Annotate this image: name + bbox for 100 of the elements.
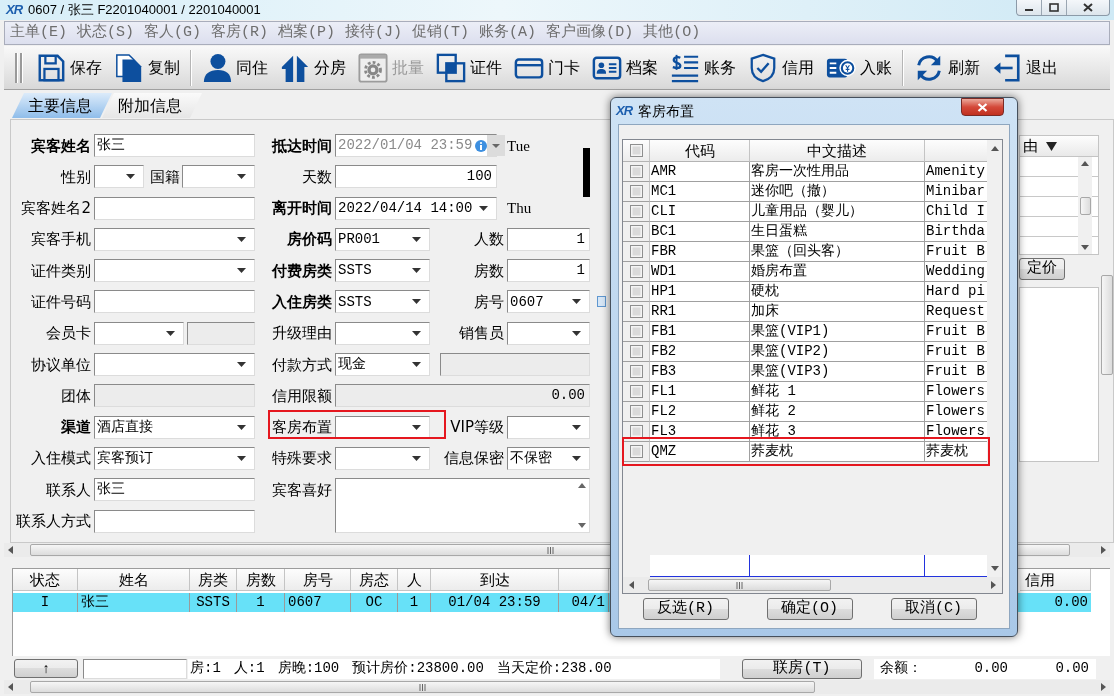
table-cell[interactable]: 客房一次性用品	[750, 162, 925, 182]
checkbox[interactable]	[630, 205, 643, 218]
column-header[interactable]: 状态	[13, 569, 78, 591]
scroll-down-icon[interactable]	[1081, 245, 1089, 250]
tab[interactable]: 主要信息	[12, 93, 112, 118]
scrollbar-thumb[interactable]	[30, 681, 815, 693]
number-field[interactable]: 1	[507, 259, 590, 283]
column-header[interactable]	[559, 569, 609, 591]
scroll-right-icon[interactable]	[1101, 683, 1106, 691]
dropdown-field[interactable]: 现金	[335, 353, 430, 377]
dropdown-field[interactable]	[335, 321, 430, 345]
scroll-up-icon[interactable]	[990, 146, 999, 151]
menu-item[interactable]: 主单(E)	[10, 24, 67, 42]
menu-item[interactable]: 状态(S)	[77, 24, 135, 42]
scrollbar-thumb[interactable]	[1079, 196, 1091, 215]
table-cell[interactable]: MC1	[650, 182, 750, 202]
toolbar-button[interactable]: 信用	[746, 47, 816, 88]
column-header[interactable]: 房数	[237, 569, 285, 591]
checkbox[interactable]	[630, 385, 643, 398]
dropdown-field[interactable]: SSTS	[335, 290, 430, 314]
dropdown-arrow-icon[interactable]	[237, 362, 246, 368]
table-cell[interactable]: Wedding	[925, 262, 987, 282]
column-header[interactable]: 姓名	[78, 569, 190, 591]
dialog-button[interactable]: 反选(R)	[642, 598, 729, 620]
table-cell[interactable]: 鲜花 1	[750, 382, 925, 402]
checkbox[interactable]	[630, 165, 643, 178]
checkbox[interactable]	[630, 185, 643, 198]
scroll-left-icon[interactable]	[8, 546, 13, 554]
toolbar-button[interactable]: 门卡	[512, 47, 582, 88]
dropdown-arrow-icon[interactable]	[572, 424, 581, 430]
scrollbar-thumb[interactable]	[648, 579, 831, 591]
dropdown-arrow-icon[interactable]	[237, 174, 246, 180]
table-cell[interactable]: RR1	[650, 302, 750, 322]
text-area[interactable]	[335, 478, 590, 533]
menu-item[interactable]: 客户画像(D)	[546, 24, 634, 42]
dropdown-field[interactable]: PR001	[335, 227, 430, 251]
toolbar-button[interactable]: 档案	[590, 47, 660, 88]
scroll-down-icon[interactable]	[578, 522, 586, 528]
dropdown-arrow-icon[interactable]	[237, 268, 246, 274]
number-field[interactable]: 1	[507, 227, 590, 251]
column-header[interactable]: 房类	[190, 569, 237, 591]
table-cell[interactable]: Child I	[925, 202, 987, 222]
dropdown-field[interactable]: 不保密	[507, 446, 590, 470]
table-cell[interactable]: BC1	[650, 222, 750, 242]
text-field[interactable]	[94, 196, 255, 220]
grip-icon[interactable]	[12, 50, 26, 85]
table-cell[interactable]: AMR	[650, 162, 750, 182]
text-field[interactable]: 张三	[94, 478, 255, 502]
checkbox[interactable]	[630, 425, 643, 438]
new-row[interactable]	[650, 555, 987, 577]
scroll-right-icon[interactable]	[991, 581, 996, 589]
vertical-scrollbar[interactable]	[1078, 157, 1092, 254]
dropdown-field[interactable]: SSTS	[335, 259, 430, 283]
dropdown-field[interactable]	[507, 321, 590, 345]
dropdown-field[interactable]: 0607	[507, 290, 590, 314]
dialog-button[interactable]: 取消(C)	[890, 598, 977, 620]
toolbar-button[interactable]: 分房	[278, 47, 348, 88]
table-cell[interactable]: 果篮(VIP2)	[750, 342, 925, 362]
text-field[interactable]	[94, 509, 255, 533]
dropdown-arrow-icon[interactable]	[572, 455, 581, 461]
toolbar-button[interactable]: 入账	[824, 47, 894, 88]
input-field[interactable]	[83, 658, 187, 679]
table-cell[interactable]: 荞麦枕	[925, 442, 987, 462]
caret-icon[interactable]	[1046, 141, 1057, 151]
column-header[interactable]: 人	[398, 569, 431, 591]
number-field[interactable]: 100	[335, 165, 497, 189]
checkbox[interactable]	[630, 325, 643, 338]
toolbar-button[interactable]: 刷新	[912, 47, 982, 88]
dropdown-arrow-icon[interactable]	[412, 330, 421, 336]
table-cell[interactable]: FB1	[650, 322, 750, 342]
menu-item[interactable]: 接待(J)	[345, 24, 403, 42]
dropdown-arrow-icon[interactable]	[126, 174, 135, 180]
table-cell[interactable]: Birthda	[925, 222, 987, 242]
table-cell[interactable]: WD1	[650, 262, 750, 282]
checkbox[interactable]	[630, 305, 643, 318]
text-field[interactable]: 张三	[94, 134, 255, 157]
toolbar-button[interactable]: 退出	[990, 47, 1060, 88]
dropdown-arrow-icon[interactable]	[572, 299, 581, 305]
table-cell[interactable]: FB3	[650, 362, 750, 382]
scrollbar-thumb[interactable]	[1101, 275, 1113, 375]
table-cell[interactable]: 果篮（回头客）	[750, 242, 925, 262]
dropdown-field[interactable]	[94, 165, 144, 189]
table-cell[interactable]: 加床	[750, 302, 925, 322]
dropdown-arrow-icon[interactable]	[412, 455, 421, 461]
table-cell[interactable]: 果篮(VIP1)	[750, 322, 925, 342]
dropdown-arrow-icon[interactable]	[412, 268, 421, 274]
table-cell[interactable]: FBR	[650, 242, 750, 262]
scroll-left-icon[interactable]	[8, 683, 13, 691]
menu-item[interactable]: 客人(G)	[144, 24, 202, 42]
table-cell[interactable]: Hard pi	[925, 282, 987, 302]
table-cell[interactable]: FL2	[650, 402, 750, 422]
checkbox[interactable]	[630, 265, 643, 278]
dropdown-field[interactable]	[94, 321, 184, 345]
dialog-button[interactable]: 确定(O)	[766, 598, 853, 620]
table-cell[interactable]: Fruit B	[925, 242, 987, 262]
table-cell[interactable]: Fruit B	[925, 342, 987, 362]
dropdown-arrow-icon[interactable]	[237, 424, 246, 430]
column-header[interactable]	[623, 140, 650, 162]
pricing-button[interactable]: 定价	[1019, 258, 1065, 280]
table-cell[interactable]: 鲜花 2	[750, 402, 925, 422]
